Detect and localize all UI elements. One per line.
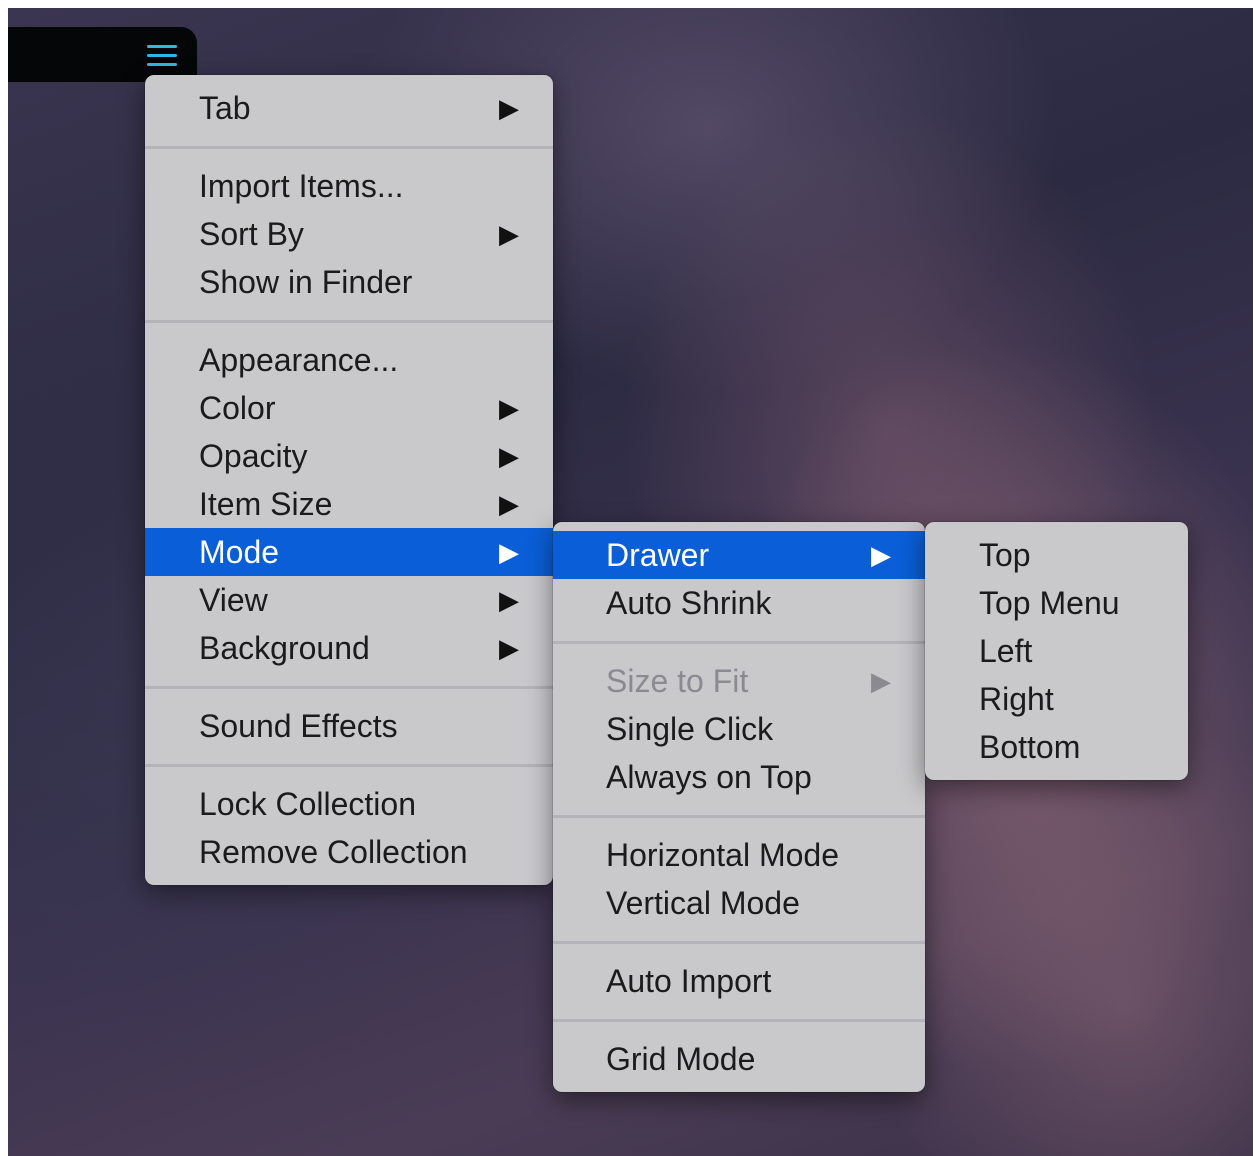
menu-item-label: Top bbox=[979, 537, 1031, 573]
menu-item-label: Size to Fit bbox=[606, 663, 749, 699]
submenu-arrow-icon: ▶ bbox=[499, 633, 519, 663]
menu-item-view[interactable]: View ▶ bbox=[145, 576, 553, 624]
menu-item-label: Show in Finder bbox=[199, 264, 413, 300]
menu-item-single-click[interactable]: Single Click bbox=[553, 705, 925, 753]
menu-item-left[interactable]: Left bbox=[925, 627, 1188, 675]
collection-toolbar bbox=[8, 27, 197, 82]
menu-item-label: View bbox=[199, 582, 268, 618]
menu-item-label: Appearance... bbox=[199, 342, 399, 378]
drawer-submenu: Top Top Menu Left Right Bottom bbox=[925, 522, 1188, 780]
menu-item-label: Single Click bbox=[606, 711, 774, 747]
submenu-arrow-icon: ▶ bbox=[499, 393, 519, 423]
menu-item-vertical-mode[interactable]: Vertical Mode bbox=[553, 879, 925, 927]
menu-item-always-on-top[interactable]: Always on Top bbox=[553, 753, 925, 801]
menu-item-lock-collection[interactable]: Lock Collection bbox=[145, 780, 553, 828]
menu-item-label: Top Menu bbox=[979, 585, 1120, 621]
menu-item-auto-shrink[interactable]: Auto Shrink bbox=[553, 579, 925, 627]
menu-separator bbox=[553, 627, 925, 657]
menu-item-label: Drawer bbox=[606, 537, 710, 573]
menu-item-tab[interactable]: Tab ▶ bbox=[145, 84, 553, 132]
menu-separator bbox=[145, 750, 553, 780]
menu-item-label: Sound Effects bbox=[199, 708, 398, 744]
menu-item-show-in-finder[interactable]: Show in Finder bbox=[145, 258, 553, 306]
menu-separator bbox=[145, 306, 553, 336]
desktop-background: Tab ▶ Import Items... Sort By ▶ Show in … bbox=[8, 8, 1253, 1156]
menu-item-right[interactable]: Right bbox=[925, 675, 1188, 723]
menu-item-item-size[interactable]: Item Size ▶ bbox=[145, 480, 553, 528]
submenu-arrow-icon: ▶ bbox=[499, 585, 519, 615]
menu-item-appearance[interactable]: Appearance... bbox=[145, 336, 553, 384]
menu-item-auto-import[interactable]: Auto Import bbox=[553, 957, 925, 1005]
menu-item-grid-mode[interactable]: Grid Mode bbox=[553, 1035, 925, 1083]
menu-item-label: Right bbox=[979, 681, 1054, 717]
menu-item-mode[interactable]: Mode ▶ bbox=[145, 528, 553, 576]
menu-item-sort-by[interactable]: Sort By ▶ bbox=[145, 210, 553, 258]
menu-item-sound-effects[interactable]: Sound Effects bbox=[145, 702, 553, 750]
menu-item-label: Bottom bbox=[979, 729, 1081, 765]
menu-item-horizontal-mode[interactable]: Horizontal Mode bbox=[553, 831, 925, 879]
menu-item-bottom[interactable]: Bottom bbox=[925, 723, 1188, 771]
menu-item-size-to-fit: Size to Fit ▶ bbox=[553, 657, 925, 705]
menu-separator bbox=[553, 927, 925, 957]
menu-item-label: Grid Mode bbox=[606, 1041, 756, 1077]
menu-item-background[interactable]: Background ▶ bbox=[145, 624, 553, 672]
menu-item-label: Tab bbox=[199, 90, 251, 126]
menu-item-label: Import Items... bbox=[199, 168, 404, 204]
menu-item-label: Mode bbox=[199, 534, 280, 570]
menu-item-label: Item Size bbox=[199, 486, 333, 522]
submenu-arrow-icon: ▶ bbox=[499, 441, 519, 471]
submenu-arrow-icon: ▶ bbox=[499, 537, 519, 567]
menu-separator bbox=[145, 672, 553, 702]
menu-item-top-menu[interactable]: Top Menu bbox=[925, 579, 1188, 627]
menu-item-label: Lock Collection bbox=[199, 786, 416, 822]
submenu-arrow-icon: ▶ bbox=[871, 540, 891, 570]
submenu-arrow-icon: ▶ bbox=[499, 93, 519, 123]
menu-item-label: Left bbox=[979, 633, 1033, 669]
menu-item-remove-collection[interactable]: Remove Collection bbox=[145, 828, 553, 876]
menu-item-top[interactable]: Top bbox=[925, 531, 1188, 579]
menu-item-label: Vertical Mode bbox=[606, 885, 800, 921]
menu-item-label: Sort By bbox=[199, 216, 304, 252]
menu-separator bbox=[145, 132, 553, 162]
menu-item-opacity[interactable]: Opacity ▶ bbox=[145, 432, 553, 480]
menu-item-import-items[interactable]: Import Items... bbox=[145, 162, 553, 210]
menu-item-label: Opacity bbox=[199, 438, 308, 474]
menu-item-label: Color bbox=[199, 390, 276, 426]
menu-item-label: Remove Collection bbox=[199, 834, 468, 870]
submenu-arrow-icon: ▶ bbox=[499, 219, 519, 249]
menu-item-color[interactable]: Color ▶ bbox=[145, 384, 553, 432]
hamburger-menu-icon[interactable] bbox=[147, 45, 177, 67]
submenu-arrow-icon: ▶ bbox=[499, 489, 519, 519]
menu-item-label: Auto Import bbox=[606, 963, 772, 999]
menu-separator bbox=[553, 1005, 925, 1035]
menu-item-drawer[interactable]: Drawer ▶ bbox=[553, 531, 925, 579]
menu-item-label: Background bbox=[199, 630, 370, 666]
collection-context-menu: Tab ▶ Import Items... Sort By ▶ Show in … bbox=[145, 75, 553, 885]
mode-submenu: Drawer ▶ Auto Shrink Size to Fit ▶ Singl… bbox=[553, 522, 925, 1092]
menu-item-label: Horizontal Mode bbox=[606, 837, 839, 873]
submenu-arrow-icon: ▶ bbox=[871, 666, 891, 696]
menu-item-label: Always on Top bbox=[606, 759, 812, 795]
menu-item-label: Auto Shrink bbox=[606, 585, 772, 621]
menu-separator bbox=[553, 801, 925, 831]
